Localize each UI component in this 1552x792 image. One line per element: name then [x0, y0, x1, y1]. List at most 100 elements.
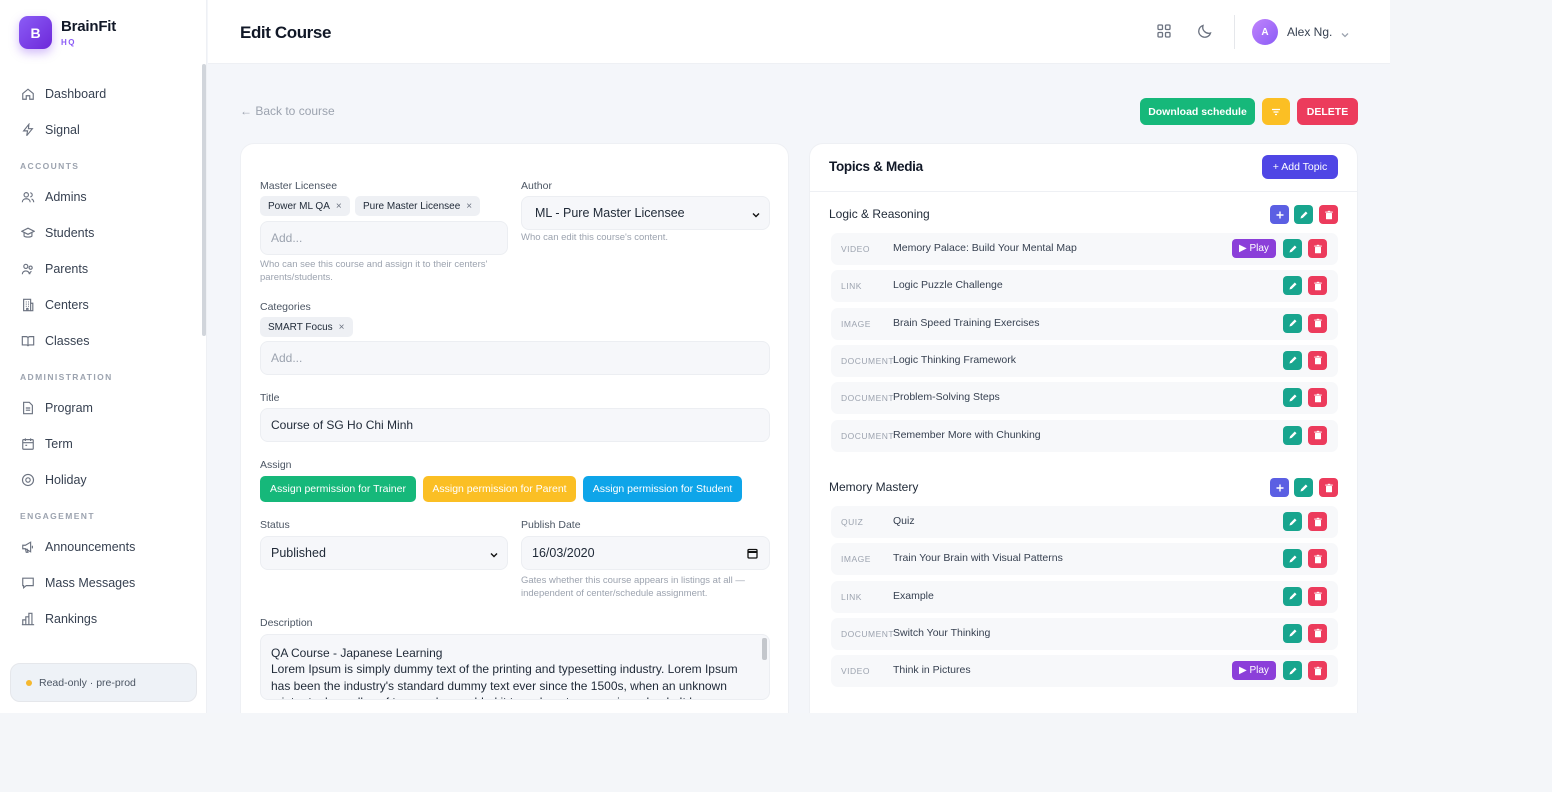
sidebar-item-announcements[interactable]: Announcements [0, 529, 206, 565]
sidebar-item-signal[interactable]: Signal [0, 112, 206, 148]
sidebar-item-rankings[interactable]: Rankings [0, 601, 206, 637]
delete-media-button[interactable] [1308, 512, 1327, 531]
media-row: QUIZ Quiz [831, 506, 1338, 538]
delete-media-button[interactable] [1308, 623, 1327, 643]
back-to-course-link[interactable]: ← Back to course [240, 104, 335, 118]
title-input[interactable]: Course of SG Ho Chi Minh [260, 408, 770, 442]
grid-icon[interactable] [1156, 23, 1172, 39]
sidebar-item-dashboard[interactable]: Dashboard [0, 76, 206, 112]
author-select[interactable]: ML - Pure Master Licensee [521, 196, 770, 230]
edit-media-button[interactable] [1283, 623, 1302, 643]
status-select[interactable]: Published [260, 536, 508, 570]
calendar-icon [21, 437, 35, 451]
master-licensee-label: Master Licensee [260, 180, 338, 192]
megaphone-icon [21, 540, 35, 554]
delete-media-button[interactable] [1308, 661, 1327, 681]
description-textarea[interactable]: QA Course - Japanese Learning Lorem Ipsu… [260, 634, 770, 700]
sidebar-item-centers[interactable]: Centers [0, 287, 206, 323]
sidebar-item-label: Announcements [45, 540, 136, 554]
topic-group-title: Memory Mastery [829, 480, 919, 494]
delete-media-button[interactable] [1308, 425, 1327, 445]
assign-student-button[interactable]: Assign permission for Student [583, 476, 742, 502]
edit-media-button[interactable] [1283, 549, 1302, 569]
delete-topic-button[interactable] [1319, 205, 1338, 224]
book-open-icon [21, 334, 35, 348]
categories-add-input[interactable]: Add... [260, 341, 770, 375]
edit-media-button[interactable] [1283, 276, 1302, 296]
delete-button[interactable]: DELETE [1297, 98, 1358, 125]
delete-topic-button[interactable] [1319, 478, 1338, 497]
assign-parent-button[interactable]: Assign permission for Parent [423, 476, 576, 502]
publish-date-input[interactable]: 16/03/2020 [521, 536, 770, 570]
chip-remove-icon[interactable]: × [336, 201, 342, 212]
sidebar-item-admins[interactable]: Admins [0, 179, 206, 215]
chip-remove-icon[interactable]: × [339, 322, 345, 333]
play-button[interactable]: ▶ Play [1232, 661, 1276, 681]
delete-media-button[interactable] [1308, 239, 1327, 258]
delete-media-button[interactable] [1308, 313, 1327, 333]
avatar: A [1252, 19, 1278, 45]
description-label: Description [260, 617, 313, 629]
pencil-icon [1288, 355, 1298, 365]
status-label: Status [260, 519, 290, 531]
assign-trainer-button[interactable]: Assign permission for Trainer [260, 476, 416, 502]
sidebar-item-label: Program [45, 401, 93, 415]
delete-media-button[interactable] [1308, 350, 1327, 370]
sidebar-item-parents[interactable]: Parents [0, 251, 206, 287]
edit-topic-button[interactable] [1294, 205, 1313, 224]
filter-button[interactable] [1262, 98, 1290, 125]
brand-logo: B [19, 16, 52, 49]
delete-media-button[interactable] [1308, 586, 1327, 606]
delete-media-button[interactable] [1308, 549, 1327, 569]
delete-media-button[interactable] [1308, 388, 1327, 408]
sidebar-item-label: Admins [45, 190, 87, 204]
edit-media-button[interactable] [1283, 313, 1302, 333]
trash-icon [1313, 591, 1323, 601]
chip-remove-icon[interactable]: × [466, 201, 472, 212]
add-topic-button[interactable]: + Add Topic [1262, 155, 1338, 179]
sidebar-item-students[interactable]: Students [0, 215, 206, 251]
master-licensee-add-input[interactable]: Add... [260, 221, 508, 255]
textarea-scrollbar[interactable] [762, 638, 767, 660]
add-item-button[interactable] [1270, 478, 1289, 497]
edit-topic-button[interactable] [1294, 478, 1313, 497]
sidebar-item-classes[interactable]: Classes [0, 323, 206, 359]
moon-icon[interactable] [1197, 23, 1213, 39]
trash-icon [1324, 483, 1334, 493]
chip-pure-master-licensee: Pure Master Licensee × [355, 196, 481, 216]
calendar-icon[interactable] [747, 548, 758, 559]
bolt-icon [21, 123, 35, 137]
sidebar-item-label: Holiday [45, 473, 87, 487]
chip-smart-focus: SMART Focus × [260, 317, 353, 337]
brand[interactable]: B BrainFit HQ [19, 16, 116, 49]
sidebar-item-label: Term [45, 437, 73, 451]
sidebar-item-term[interactable]: Term [0, 426, 206, 462]
users-icon [21, 190, 35, 204]
edit-media-button[interactable] [1283, 586, 1302, 606]
sidebar-item-mass-messages[interactable]: Mass Messages [0, 565, 206, 601]
trash-icon [1313, 666, 1323, 676]
sidebar-item-holiday[interactable]: Holiday [0, 462, 206, 498]
edit-media-button[interactable] [1283, 425, 1302, 445]
edit-media-button[interactable] [1283, 350, 1302, 370]
trash-icon [1313, 517, 1323, 527]
download-schedule-button[interactable]: Download schedule [1140, 98, 1255, 125]
media-type: VIDEO [841, 244, 870, 254]
edit-media-button[interactable] [1283, 661, 1302, 681]
play-button[interactable]: ▶ Play [1232, 239, 1276, 258]
pencil-icon [1288, 554, 1298, 564]
user-menu[interactable]: A Alex Ng. [1252, 19, 1350, 45]
sidebar-item-program[interactable]: Program [0, 390, 206, 426]
edit-media-button[interactable] [1283, 512, 1302, 531]
add-item-button[interactable] [1270, 205, 1289, 224]
sidebar-scrollbar[interactable] [202, 64, 206, 336]
edit-media-button[interactable] [1283, 388, 1302, 408]
section-administration: ADMINISTRATION [20, 372, 113, 382]
media-name: Switch Your Thinking [893, 626, 991, 639]
sidebar-nav: Dashboard Signal ACCOUNTS Admins Student… [0, 76, 206, 637]
media-name: Think in Pictures [893, 664, 971, 677]
sidebar-item-label: Students [45, 226, 95, 240]
delete-media-button[interactable] [1308, 276, 1327, 296]
edit-media-button[interactable] [1283, 239, 1302, 258]
trash-icon [1313, 244, 1323, 254]
